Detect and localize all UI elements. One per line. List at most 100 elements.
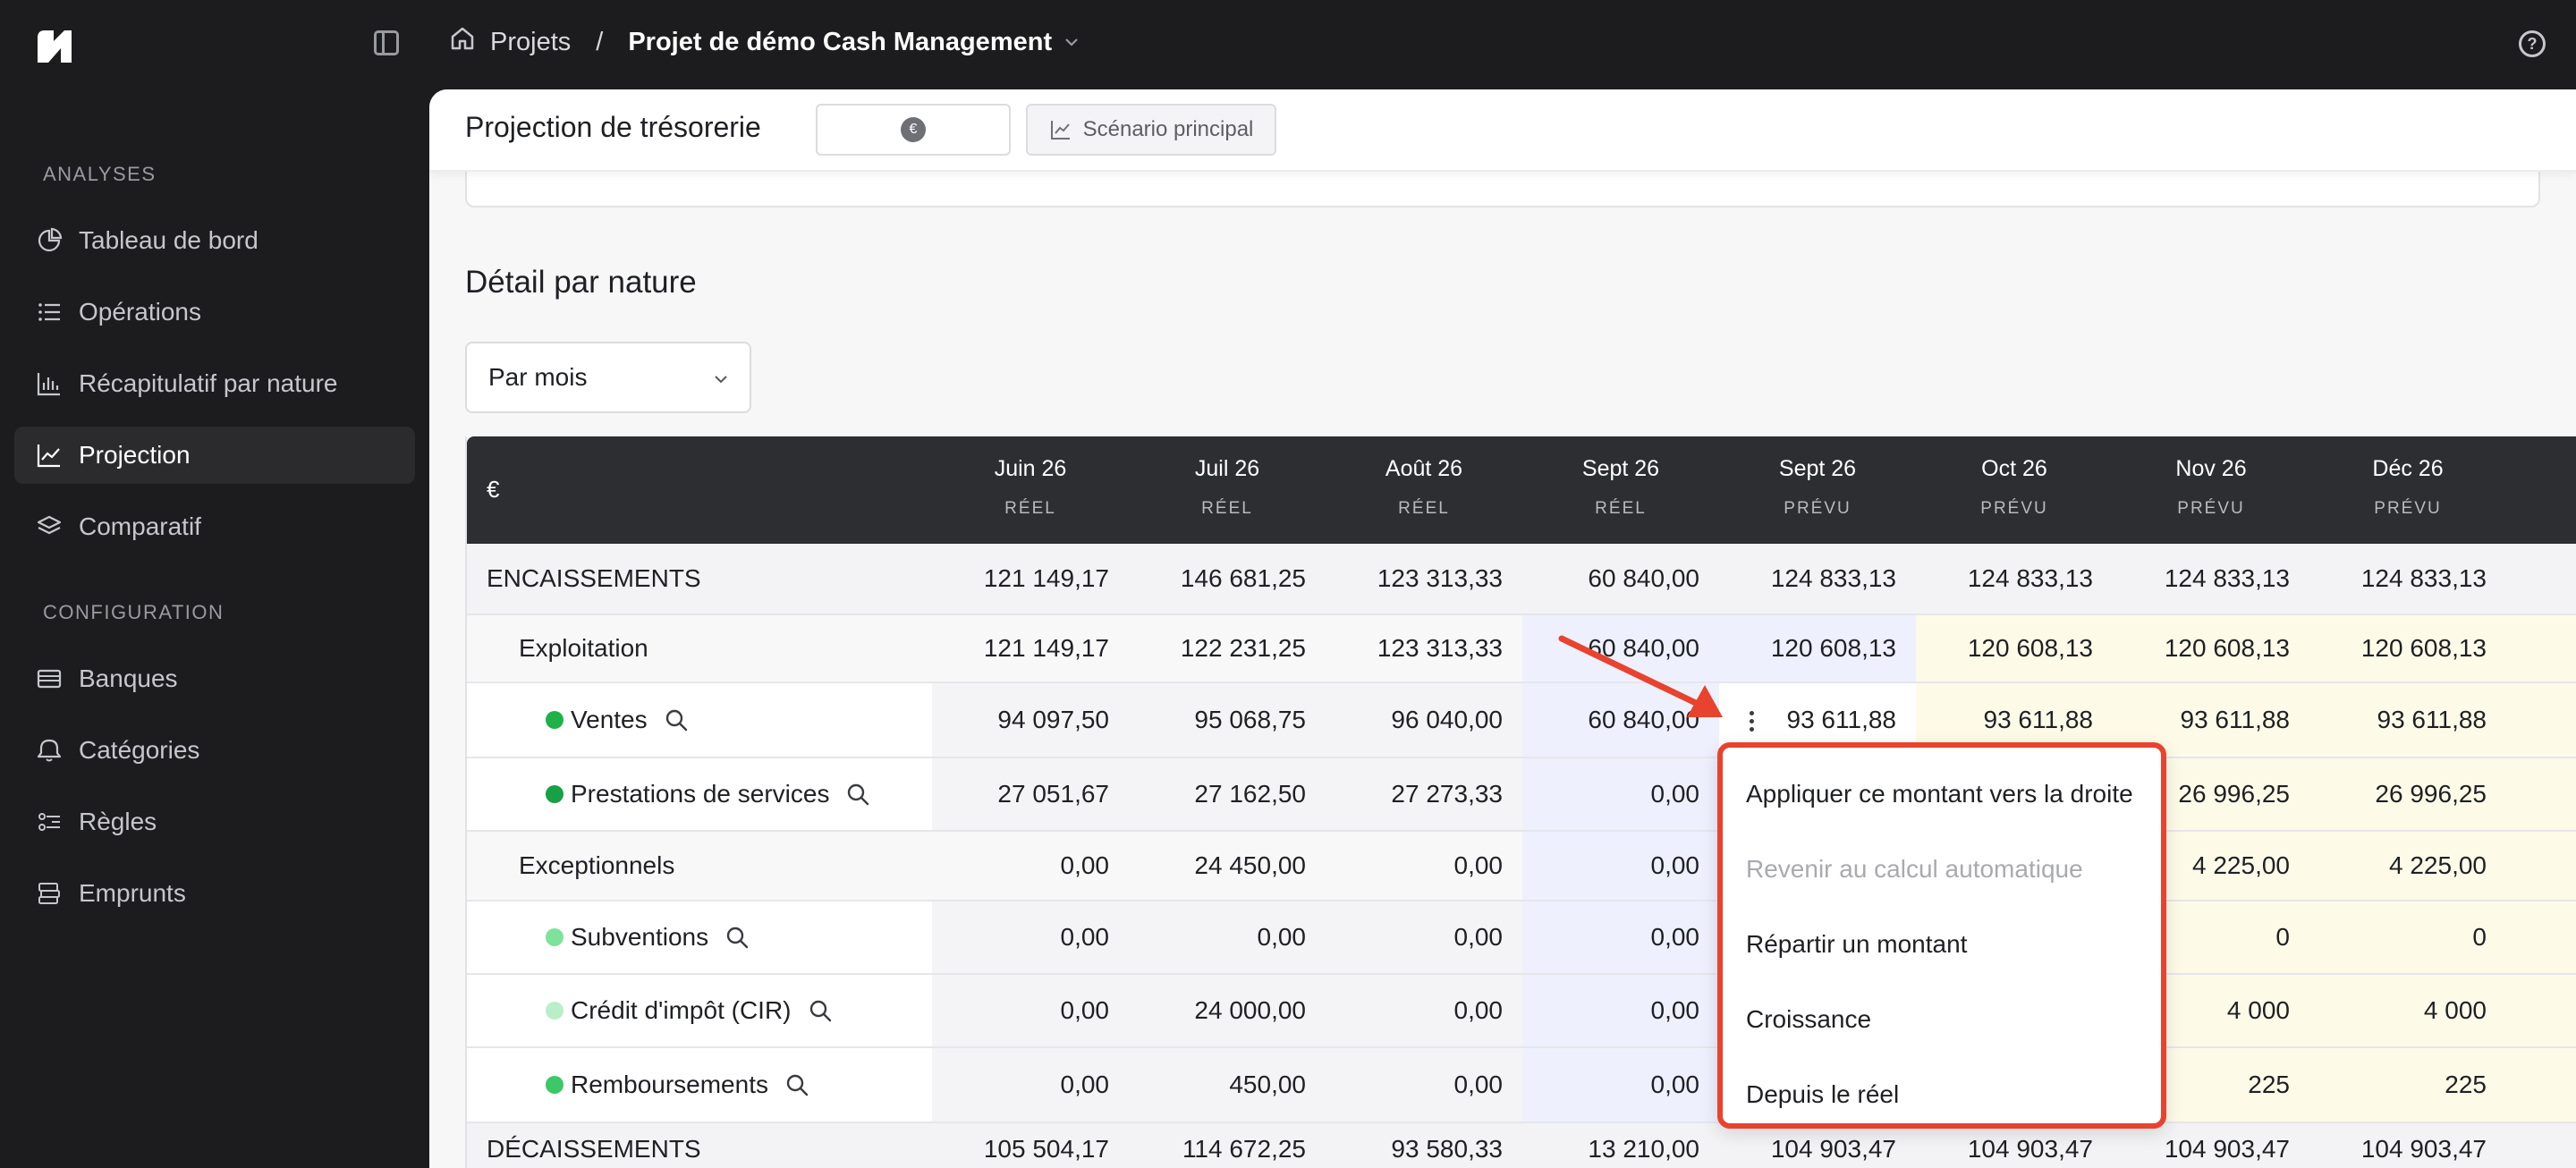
table-cell[interactable]: 146 681,25 <box>1129 544 1326 614</box>
sidebar-section-title: ANALYSES <box>43 163 157 185</box>
search-icon[interactable] <box>664 707 689 732</box>
table-cell[interactable]: 120 608,13 <box>2309 615 2506 681</box>
table-cell[interactable]: 121 149,17 <box>932 615 1129 681</box>
sidebar-item-recapitulatif-par-nature[interactable]: Récapitulatif par nature <box>14 355 415 412</box>
table-cell[interactable]: 225 <box>2309 1048 2506 1121</box>
table-cell[interactable]: 12 <box>2506 544 2576 614</box>
table-cell[interactable]: 104 903,47 <box>2309 1123 2506 1168</box>
menu-item[interactable]: Appliquer ce montant vers la droite <box>1746 780 2133 808</box>
table-cell[interactable]: 93 580,33 <box>1326 1123 1522 1168</box>
table-cell[interactable]: 24 000,00 <box>1129 975 1326 1046</box>
table-cell[interactable]: 120 608,13 <box>2113 615 2309 681</box>
table-cell[interactable]: 124 833,13 <box>2309 544 2506 614</box>
menu-item[interactable]: Depuis le réel <box>1746 1080 1899 1109</box>
table-cell[interactable]: 0,00 <box>1326 975 1522 1046</box>
table-cell[interactable]: 123 313,33 <box>1326 615 1522 681</box>
column-header: Juil 26 RÉEL <box>1129 436 1326 544</box>
column-header: Oct 26 PRÉVU <box>1916 436 2113 544</box>
table-cell[interactable]: 93 611,88 <box>2309 683 2506 757</box>
help-icon[interactable]: ? <box>2519 30 2546 57</box>
sidebar-item-banques[interactable]: Banques <box>14 650 415 707</box>
table-cell[interactable]: 4 000 <box>2309 975 2506 1046</box>
sidebar-item-comparatif[interactable]: Comparatif <box>14 498 415 555</box>
table-cell[interactable]: 60 840,00 <box>1522 544 1719 614</box>
search-icon[interactable] <box>784 1072 809 1097</box>
table-cell[interactable] <box>2506 975 2576 1046</box>
line-chart-icon <box>36 442 63 469</box>
table-cell[interactable]: 27 162,50 <box>1129 758 1326 830</box>
breadcrumb-project-name[interactable]: Projet de démo Cash Management <box>628 28 1052 57</box>
period-select[interactable]: Par mois <box>465 342 751 413</box>
table-cell[interactable]: 0,00 <box>1522 901 1719 973</box>
table-cell[interactable]: 96 040,00 <box>1326 683 1522 757</box>
sidebar-item-categories[interactable]: Catégories <box>14 722 415 779</box>
table-cell[interactable]: 0,00 <box>932 975 1129 1046</box>
table-cell[interactable]: 122 231,25 <box>1129 615 1326 681</box>
annotation-arrow-icon <box>1558 635 1723 717</box>
search-icon[interactable] <box>808 998 833 1023</box>
table-cell[interactable]: 123 313,33 <box>1326 544 1522 614</box>
table-cell[interactable]: 104 903,47 <box>1916 1123 2113 1168</box>
table-cell[interactable]: 27 051,67 <box>932 758 1129 830</box>
table-cell[interactable]: 450,00 <box>1129 1048 1326 1121</box>
category-color-dot <box>546 785 564 803</box>
sidebar-item-operations[interactable]: Opérations <box>14 284 415 341</box>
scenario-button[interactable]: Scénario principal <box>1026 104 1276 156</box>
table-cell[interactable]: 0,00 <box>1326 901 1522 973</box>
table-cell[interactable] <box>2506 1048 2576 1121</box>
table-cell[interactable]: 0,00 <box>932 1048 1129 1121</box>
table-cell[interactable]: 0,00 <box>1522 1048 1719 1121</box>
menu-item[interactable]: Croissance <box>1746 1005 1871 1034</box>
cell-menu-icon[interactable] <box>1739 703 1764 739</box>
table-cell[interactable]: 94 097,50 <box>932 683 1129 757</box>
table-cell[interactable]: 9 <box>2506 683 2576 757</box>
search-icon[interactable] <box>845 782 870 807</box>
table-cell[interactable] <box>2506 901 2576 973</box>
table-cell[interactable]: 27 273,33 <box>1326 758 1522 830</box>
table-cell[interactable]: 124 833,13 <box>2113 544 2309 614</box>
currency-selector[interactable]: € <box>816 104 1011 156</box>
table-row: ENCAISSEMENTS 121 149,17 146 681,25 123 313… <box>467 544 2576 615</box>
table-cell[interactable]: 0,00 <box>1326 832 1522 900</box>
sidebar-item-tableau-de-bord[interactable]: Tableau de bord <box>14 212 415 269</box>
sidebar-toggle-icon[interactable] <box>374 30 399 55</box>
tag-icon <box>36 737 63 764</box>
bar-chart-icon <box>36 370 63 397</box>
table-cell[interactable]: 114 672,25 <box>1129 1123 1326 1168</box>
table-cell[interactable]: 120 608,13 <box>1916 615 2113 681</box>
sidebar-item-regles[interactable]: Règles <box>14 793 415 851</box>
table-cell[interactable]: 104 903,47 <box>2113 1123 2309 1168</box>
table-cell[interactable]: 0,00 <box>932 901 1129 973</box>
table-cell[interactable]: 0 <box>2309 901 2506 973</box>
table-cell[interactable]: 26 996,25 <box>2309 758 2506 830</box>
table-cell[interactable]: 24 450,00 <box>1129 832 1326 900</box>
table-cell[interactable]: 120 608,13 <box>1719 615 1916 681</box>
table-cell[interactable]: 124 833,13 <box>1916 544 2113 614</box>
table-cell[interactable]: 0,00 <box>1129 901 1326 973</box>
table-cell[interactable]: 124 833,13 <box>1719 544 1916 614</box>
app-logo-icon[interactable] <box>36 29 73 64</box>
column-header: Août 26 RÉEL <box>1326 436 1522 544</box>
table-cell[interactable]: 13 210,00 <box>1522 1123 1719 1168</box>
table-cell[interactable]: 104 903,47 <box>1719 1123 1916 1168</box>
table-cell[interactable]: 95 068,75 <box>1129 683 1326 757</box>
table-cell[interactable]: 105 504,17 <box>932 1123 1129 1168</box>
breadcrumb-projects-link[interactable]: Projets <box>490 28 571 57</box>
table-cell[interactable]: 0,00 <box>932 832 1129 900</box>
menu-item[interactable]: Répartir un montant <box>1746 930 1967 959</box>
table-cell[interactable]: 2 <box>2506 758 2576 830</box>
chevron-down-icon[interactable] <box>1063 33 1080 51</box>
sidebar-item-emprunts[interactable]: Emprunts <box>14 865 415 922</box>
table-cell[interactable]: 0,00 <box>1522 975 1719 1046</box>
home-icon[interactable] <box>449 25 476 59</box>
table-cell[interactable]: 12 <box>2506 615 2576 681</box>
table-cell[interactable] <box>2506 832 2576 900</box>
table-cell[interactable]: 4 225,00 <box>2309 832 2506 900</box>
table-cell[interactable]: 0,00 <box>1522 758 1719 830</box>
table-cell[interactable]: 0,00 <box>1522 832 1719 900</box>
sidebar-item-projection[interactable]: Projection <box>14 427 415 484</box>
table-cell[interactable]: 10 <box>2506 1123 2576 1168</box>
table-cell[interactable]: 121 149,17 <box>932 544 1129 614</box>
table-cell[interactable]: 0,00 <box>1326 1048 1522 1121</box>
search-icon[interactable] <box>724 925 750 950</box>
